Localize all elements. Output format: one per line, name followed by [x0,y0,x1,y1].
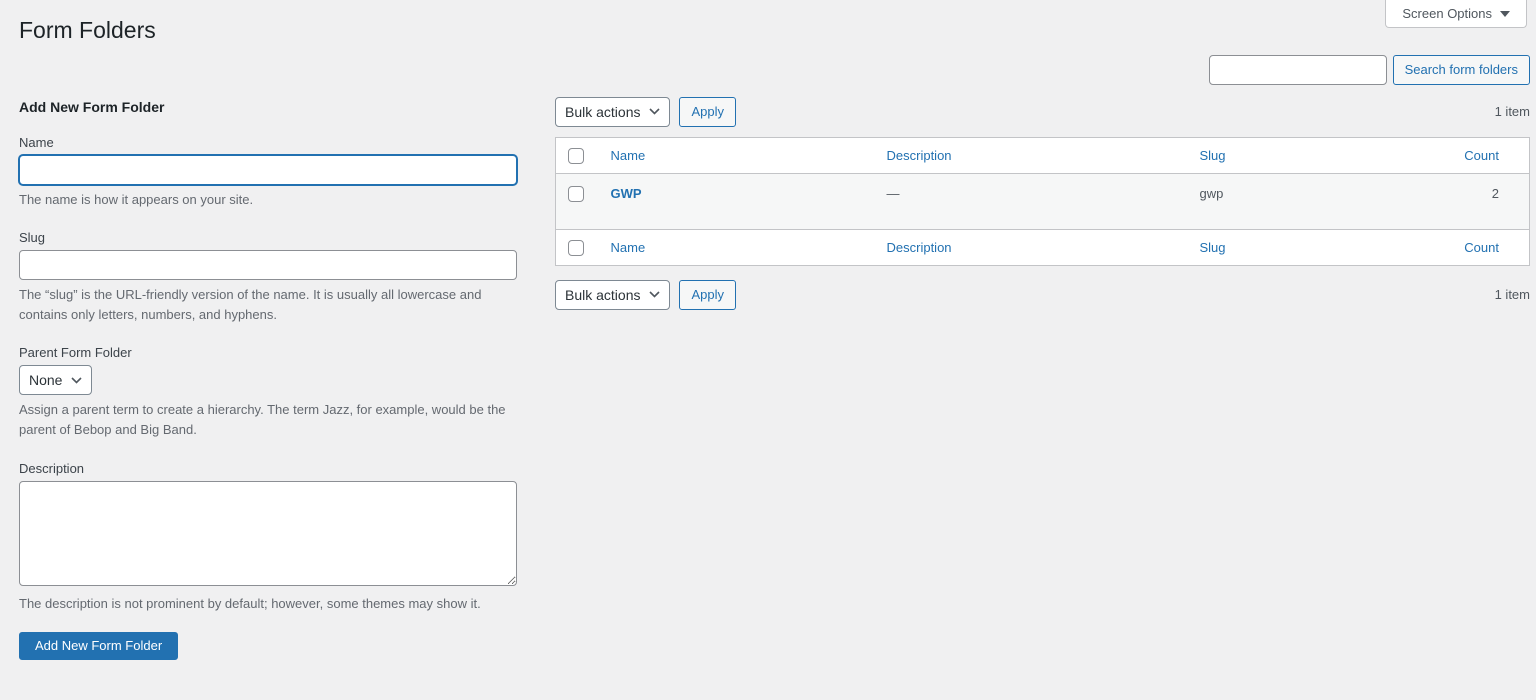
chevron-down-icon [649,291,661,299]
search-box: Search form folders [555,54,1530,85]
page-wrap: Screen Options Form Folders Add New Form… [0,0,1536,700]
apply-button-bottom[interactable]: Apply [679,279,737,310]
add-form-heading: Add New Form Folder [19,98,165,115]
column-footer-name[interactable]: Name [611,240,646,255]
row-slug: gwp [1199,185,1224,201]
chevron-down-icon [1500,10,1510,17]
parent-label: Parent Form Folder [19,345,132,361]
slug-field-group: Slug The “slug” is the URL-friendly vers… [19,230,517,325]
table-row: GWP — gwp 2 [555,173,1530,230]
select-all-checkbox-top[interactable] [568,147,584,164]
page-title: Form Folders [19,17,156,43]
apply-button-top[interactable]: Apply [679,96,737,127]
add-form-column: Add New Form Folder Name The name is how… [19,55,517,660]
select-all-checkbox-bottom[interactable] [568,239,584,256]
table-header-row: Name Description Slug Count [555,137,1530,174]
parent-help-text: Assign a parent term to create a hierarc… [19,402,506,438]
column-header-count[interactable]: Count [1464,148,1499,163]
name-field-group: Name The name is how it appears on your … [19,135,517,210]
parent-field-group: Parent Form Folder None Assign a parent … [19,345,517,440]
slug-help-text: The “slug” is the URL-friendly version o… [19,287,482,323]
column-footer-count[interactable]: Count [1464,240,1499,255]
chevron-down-icon [649,108,661,116]
item-count-bottom: 1 item [1494,287,1530,303]
chevron-down-icon [71,377,83,384]
table-footer-row: Name Description Slug Count [556,229,1530,265]
description-textarea[interactable] [19,480,517,586]
column-header-slug[interactable]: Slug [1200,148,1226,163]
description-label: Description [19,460,85,476]
bulk-actions-label: Bulk actions [565,103,641,120]
search-form-folders-button[interactable]: Search form folders [1392,54,1530,85]
slug-label: Slug [19,230,46,246]
column-header-description[interactable]: Description [887,148,952,163]
row-count: 2 [1491,185,1499,201]
tablenav-top: Bulk actions Apply 1 item [555,96,1530,127]
column-footer-description[interactable]: Description [887,240,952,255]
list-column: Search form folders Bulk actions Apply 1… [555,54,1530,660]
bulk-actions-select-bottom[interactable]: Bulk actions [555,279,671,310]
name-input[interactable] [19,154,517,185]
screen-options-label: Screen Options [1402,6,1492,21]
column-footer-slug[interactable]: Slug [1200,240,1226,255]
column-header-name[interactable]: Name [611,148,646,163]
columns-container: Add New Form Folder Name The name is how… [19,54,1530,660]
description-field-group: Description The description is not promi… [19,461,517,614]
form-folders-table: Name Description Slug Count GWP — gwp 2 [555,136,1530,266]
search-input[interactable] [1208,54,1387,85]
parent-selected-value: None [29,372,63,389]
tablenav-bottom: Bulk actions Apply 1 item [555,279,1530,310]
parent-folder-select[interactable]: None [19,365,93,396]
description-help-text: The description is not prominent by defa… [19,595,481,611]
name-label: Name [19,134,54,150]
bulk-actions-select-top[interactable]: Bulk actions [555,96,671,127]
add-new-form-folder-button[interactable]: Add New Form Folder [19,631,179,660]
bulk-actions-label: Bulk actions [565,286,641,303]
name-help-text: The name is how it appears on your site. [19,191,254,207]
slug-input[interactable] [19,250,517,281]
row-description: — [886,185,900,201]
row-checkbox[interactable] [568,186,584,203]
screen-options-button[interactable]: Screen Options [1385,0,1527,28]
row-name-link[interactable]: GWP [611,186,642,201]
item-count-top: 1 item [1494,104,1530,120]
